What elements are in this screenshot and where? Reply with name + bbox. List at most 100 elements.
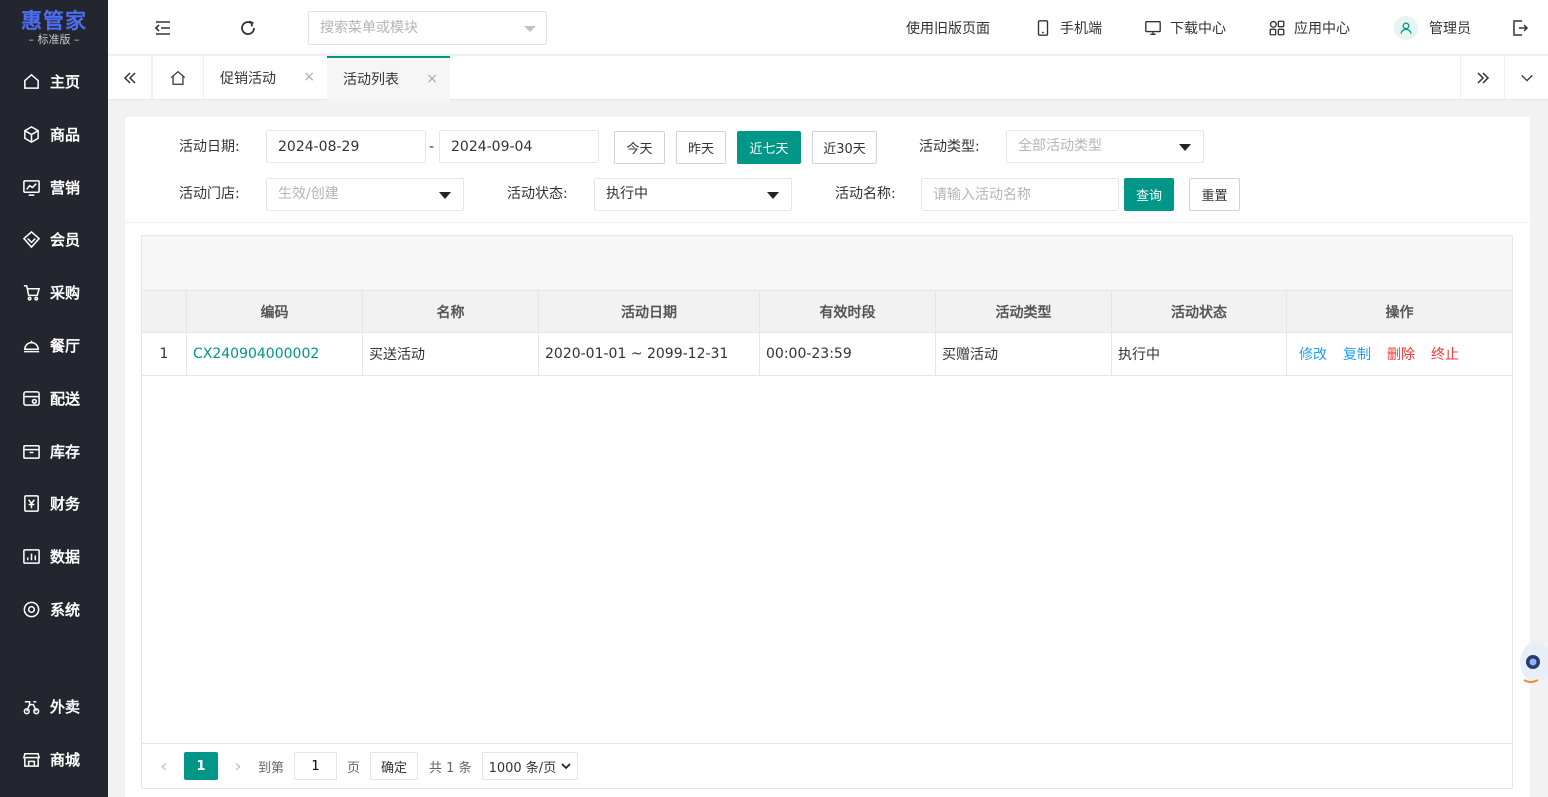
sidebar-item-products[interactable]: 商品: [0, 114, 108, 154]
sidebar-item-members[interactable]: 会员: [0, 219, 108, 259]
activity-name-field[interactable]: [921, 178, 1119, 211]
app-center-label: 应用中心: [1294, 20, 1350, 37]
store-select[interactable]: 生效/创建: [266, 178, 464, 211]
header-type: 活动类型: [936, 291, 1112, 332]
main-panel: 活动日期: - 今天 昨天 近七天 近30天 活动类型: 全部活动类型 活动门店…: [125, 117, 1530, 797]
sidebar-item-restaurant[interactable]: 餐厅: [0, 325, 108, 365]
brand-logo[interactable]: 惠管家 – 标准版 –: [0, 0, 108, 55]
mobile-link[interactable]: 手机端: [1034, 0, 1102, 55]
chevron-down-icon: [524, 26, 536, 32]
date-from-input[interactable]: [267, 131, 425, 162]
menu-search-input[interactable]: [309, 12, 509, 44]
prev-page-button[interactable]: ‹: [154, 756, 174, 777]
activity-name-input[interactable]: [922, 179, 1118, 210]
date-from-field[interactable]: [266, 130, 426, 163]
last-30-days-button[interactable]: 近30天: [812, 131, 877, 164]
caret-down-icon: [767, 192, 779, 199]
tab-label: 促销活动: [220, 71, 276, 87]
tabs-scroll-left-button[interactable]: [108, 56, 152, 100]
status-label: 活动状态:: [507, 186, 568, 202]
goto-label: 到第: [258, 760, 285, 776]
sidebar-item-label: 外卖: [50, 697, 81, 716]
sidebar-item-finance[interactable]: 财务: [0, 483, 108, 523]
sidebar-item-label: 商城: [50, 750, 81, 769]
close-icon[interactable]: ×: [303, 70, 315, 84]
header-actions: 操作: [1385, 304, 1414, 321]
user-menu[interactable]: 管理员: [1394, 0, 1471, 55]
home-icon: [24, 73, 39, 89]
sidebar-item-label: 数据: [50, 547, 81, 566]
terminate-button[interactable]: 终止: [1431, 344, 1459, 364]
edit-button[interactable]: 修改: [1299, 344, 1327, 364]
tabs-scroll-right-button[interactable]: [1460, 56, 1504, 100]
tab-activity-list[interactable]: 活动列表 ×: [327, 56, 450, 100]
bar-chart-icon: [23, 548, 40, 564]
sidebar-item-label: 餐厅: [50, 336, 81, 355]
activity-code-link[interactable]: CX240904000002: [193, 346, 319, 362]
sidebar-item-marketing[interactable]: 营销: [0, 167, 108, 207]
header-name: 名称: [363, 291, 539, 332]
date-to-field[interactable]: [439, 130, 599, 163]
sidebar-item-label: 营销: [50, 178, 81, 197]
menu-search-select[interactable]: [308, 11, 547, 45]
activity-type-select[interactable]: 全部活动类型: [1006, 130, 1204, 163]
status-select[interactable]: 执行中: [594, 178, 792, 211]
delete-button[interactable]: 删除: [1387, 344, 1415, 364]
current-page-button[interactable]: 1: [184, 752, 218, 780]
date-to-input[interactable]: [440, 131, 598, 162]
sidebar-item-purchasing[interactable]: 采购: [0, 272, 108, 312]
sidebar-item-takeout[interactable]: 外卖: [0, 686, 108, 726]
goto-confirm-button[interactable]: 确定: [370, 752, 419, 780]
tab-home[interactable]: [152, 56, 204, 100]
old-page-link[interactable]: 使用旧版页面: [906, 0, 990, 55]
delivery-icon: [23, 390, 40, 406]
total-count: 共 1 条: [429, 760, 472, 776]
user-name: 管理员: [1429, 20, 1471, 37]
next-page-button[interactable]: ›: [228, 756, 248, 777]
close-icon[interactable]: ×: [426, 72, 438, 86]
avatar: [1394, 15, 1418, 40]
table-header: 编码 名称 活动日期 有效时段 活动类型 活动状态 操作: [142, 291, 1512, 333]
logout-icon[interactable]: [1510, 18, 1530, 38]
app-center-link[interactable]: 应用中心: [1268, 0, 1350, 55]
refresh-icon[interactable]: [238, 18, 258, 38]
yesterday-button[interactable]: 昨天: [676, 131, 726, 164]
date-separator: -: [429, 139, 435, 155]
double-chevron-left-icon: [123, 72, 136, 84]
cloche-icon: [23, 340, 40, 352]
settings-icon: [23, 601, 40, 617]
chart-icon: [23, 179, 40, 196]
sidebar: 惠管家 – 标准版 – 主页 商品 营销 会员 采购 餐厅 配送 库存 财务 数…: [0, 0, 108, 797]
tabs-menu-button[interactable]: [1504, 56, 1548, 100]
top-header: 使用旧版页面 手机端 下载中心 应用中心 管理员: [108, 0, 1548, 55]
chevron-down-icon: [561, 763, 571, 770]
store-label: 活动门店:: [179, 186, 240, 202]
caret-down-icon: [439, 192, 451, 199]
cart-icon: [23, 284, 41, 301]
sidebar-item-inventory[interactable]: 库存: [0, 431, 108, 471]
user-icon: [1400, 21, 1412, 34]
assistant-robot-icon[interactable]: [1516, 632, 1548, 688]
goto-page-input[interactable]: [294, 752, 338, 780]
copy-button[interactable]: 复制: [1343, 344, 1371, 364]
download-center-link[interactable]: 下载中心: [1144, 0, 1226, 55]
query-button[interactable]: 查询: [1124, 178, 1174, 211]
name-label: 活动名称:: [835, 186, 896, 202]
tab-promotions[interactable]: 促销活动 ×: [204, 56, 327, 100]
row-status: 执行中: [1112, 333, 1287, 375]
reset-button[interactable]: 重置: [1189, 178, 1240, 211]
menu-collapse-icon[interactable]: [153, 18, 173, 38]
sidebar-item-delivery[interactable]: 配送: [0, 378, 108, 418]
monitor-icon: [1145, 20, 1161, 35]
sidebar-item-data[interactable]: 数据: [0, 536, 108, 576]
sidebar-item-label: 库存: [50, 442, 81, 461]
today-button[interactable]: 今天: [614, 131, 665, 164]
page-size-select[interactable]: 1000 条/页: [481, 752, 579, 780]
last-7-days-button[interactable]: 近七天: [737, 131, 801, 164]
header-code: 编码: [187, 291, 363, 332]
sidebar-item-system[interactable]: 系统: [0, 589, 108, 629]
sidebar-item-mall[interactable]: 商城: [0, 739, 108, 779]
brand-edition: – 标准版 –: [28, 32, 80, 46]
sidebar-item-home[interactable]: 主页: [0, 61, 108, 101]
header-index: [142, 291, 187, 332]
